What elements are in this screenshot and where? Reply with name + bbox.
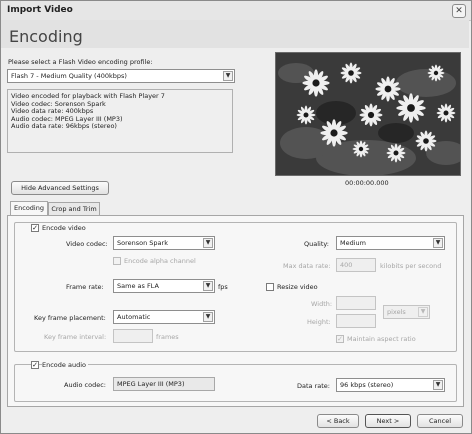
audio-data-rate-select[interactable]: 96 kbps (stereo) ▼ [336,378,445,392]
keyframe-interval-label: Key frame interval: [44,333,107,341]
maintain-aspect-label: Maintain aspect ratio [347,335,416,343]
encode-audio-checkbox[interactable]: ✓ [31,361,39,369]
width-input[interactable] [336,296,376,310]
frame-rate-label: Frame rate: [66,283,104,291]
audio-codec-label: Audio codec: [64,381,106,389]
keyframe-interval-unit: frames [156,333,179,341]
width-label: Width: [311,300,333,308]
hide-advanced-settings-button[interactable]: Hide Advanced Settings [11,181,109,195]
keyframe-placement-select[interactable]: Automatic ▼ [113,310,215,324]
encode-video-label: Encode video [42,224,86,232]
preview-image [276,53,460,175]
size-unit-select[interactable]: pixels ▼ [383,305,430,319]
maintain-aspect-checkbox[interactable]: ✓ [336,335,344,343]
flower-center [433,70,439,76]
profile-description-line: Audio data rate: 96kbps (stereo) [11,122,117,131]
chevron-down-icon: ▼ [203,312,213,322]
tab-crop-and-trim[interactable]: Crop and Trim [48,202,100,216]
flower-center [443,110,449,116]
profile-select[interactable]: Flash 7 - Medium Quality (400kbps) ▼ [7,69,235,83]
chevron-down-icon: ▼ [203,281,213,291]
encode-video-checkbox[interactable]: ✓ [31,224,39,232]
max-data-rate-label: Max data rate: [283,262,331,270]
tab-encoding[interactable]: Encoding [10,201,48,216]
encode-audio-label: Encode audio [42,361,88,369]
frame-rate-select[interactable]: Same as FLA ▼ [113,279,215,293]
flower-center [407,104,415,112]
resize-video-label: Resize video [277,283,318,291]
video-codec-select[interactable]: Sorenson Spark ▼ [113,236,215,250]
video-codec-label: Video codec: [66,240,108,248]
audio-data-rate-label: Data rate: [297,382,330,390]
max-data-rate-input[interactable]: 400 [336,258,376,272]
quality-select[interactable]: Medium ▼ [336,236,445,250]
window-title: Import Video [7,5,73,15]
chevron-down-icon: ▼ [203,238,213,248]
next-button[interactable]: Next > [365,414,411,428]
max-data-rate-unit: kilobits per second [380,262,442,270]
profile-prompt: Please select a Flash Video encoding pro… [8,58,153,66]
profile-description: Video encoded for playback with Flash Pl… [7,89,233,153]
frame-rate-value: Same as FLA [117,282,159,290]
flower-center [330,129,338,137]
checkmark-icon: ✓ [337,335,343,343]
preview-timecode: 00:00:00.000 [345,179,389,187]
checkmark-icon: ✓ [32,224,38,232]
close-button[interactable]: ✕ [452,4,466,18]
height-label: Height: [307,318,331,326]
keyframe-placement-value: Automatic [117,313,151,321]
audio-codec-display: MPEG Layer III (MP3) [113,377,215,391]
encode-alpha-checkbox[interactable] [113,257,121,265]
flower-center [384,85,392,93]
chevron-down-icon: ▼ [418,307,428,317]
flower-center [393,150,399,156]
frame-rate-unit: fps [218,283,228,291]
quality-value: Medium [340,239,366,247]
flower-center [303,112,309,118]
chevron-down-icon: ▼ [223,71,233,81]
cancel-button[interactable]: Cancel [417,414,463,428]
encode-alpha-label: Encode alpha channel [124,257,196,265]
profile-select-value: Flash 7 - Medium Quality (400kbps) [11,72,127,80]
page-title: Encoding [9,27,83,46]
chevron-down-icon: ▼ [433,238,443,248]
keyframe-interval-input[interactable] [113,329,153,343]
height-input[interactable] [336,314,376,328]
audio-data-rate-value: 96 kbps (stereo) [340,381,394,389]
flower-center [367,111,375,119]
close-icon: ✕ [455,6,463,16]
checkmark-icon: ✓ [32,361,38,369]
flower-center [358,146,364,152]
video-codec-value: Sorenson Spark [117,239,168,247]
back-button[interactable]: < Back [317,414,359,428]
flower-center [423,138,429,144]
flower-center [348,70,354,76]
keyframe-placement-label: Key frame placement: [34,314,106,322]
flower-center [312,79,320,87]
video-preview [275,52,461,176]
quality-label: Quality: [304,240,329,248]
chevron-down-icon: ▼ [433,380,443,390]
title-bar: Import Video ✕ [1,1,471,21]
size-unit-value: pixels [387,308,406,316]
resize-video-checkbox[interactable] [266,283,274,291]
